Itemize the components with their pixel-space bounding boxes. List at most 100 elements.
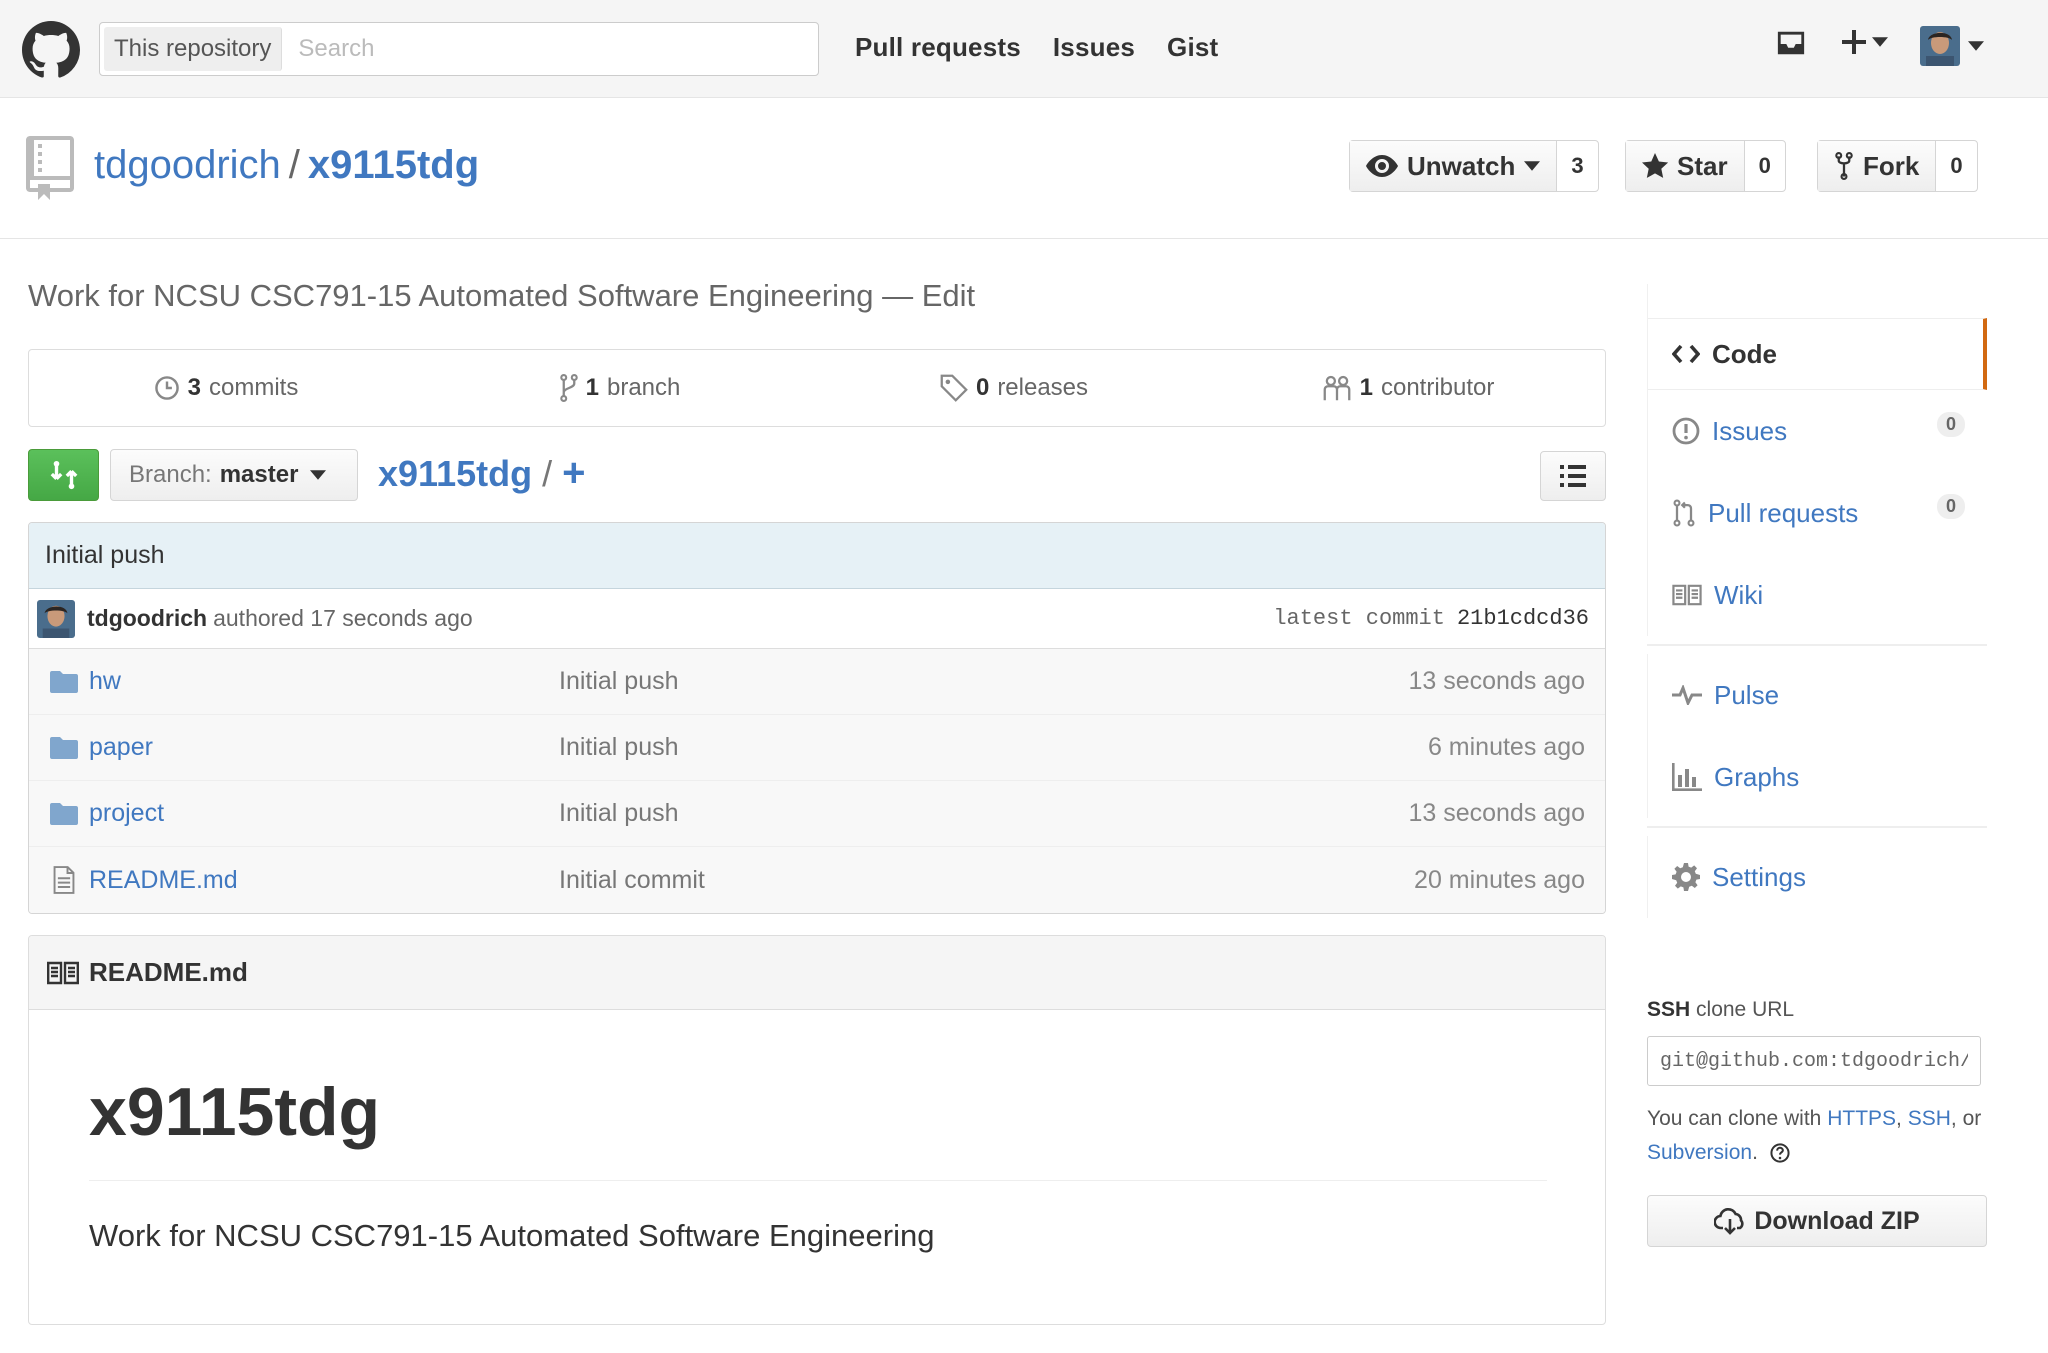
stars-count[interactable]: 0 xyxy=(1745,141,1785,191)
file-breadcrumb: x9115tdg / + xyxy=(378,451,585,496)
clone-help-prefix: You can clone with xyxy=(1647,1107,1822,1130)
avatar[interactable] xyxy=(1920,26,1960,66)
readme-heading: x9115tdg xyxy=(89,1074,381,1150)
branches-link[interactable]: 1 branch xyxy=(423,350,817,426)
file-commit-message[interactable]: Initial push xyxy=(559,799,1408,828)
book-icon xyxy=(47,961,79,984)
file-text-icon xyxy=(49,866,79,894)
sidebar-group-insights: Pulse Graphs xyxy=(1647,654,1987,818)
file-name-link[interactable]: hw xyxy=(89,667,559,696)
repo-name-link[interactable]: x9115tdg xyxy=(308,143,479,187)
clone-subversion-link[interactable]: Subversion xyxy=(1647,1141,1752,1164)
latest-commit-label: latest commit 21b1cdcd36 xyxy=(1273,606,1589,631)
author-avatar[interactable] xyxy=(37,599,75,638)
git-branch-icon xyxy=(559,374,578,402)
commits-count: 3 xyxy=(187,374,201,401)
question-icon[interactable] xyxy=(1770,1143,1790,1164)
clone-https-link[interactable]: HTTPS xyxy=(1827,1107,1896,1130)
repo-owner-link[interactable]: tdgoodrich xyxy=(94,143,281,187)
file-commit-message[interactable]: Initial push xyxy=(559,667,1408,696)
file-name-link[interactable]: paper xyxy=(89,733,559,762)
watch-group: Unwatch 3 xyxy=(1349,140,1599,192)
create-new-dropdown[interactable] xyxy=(1840,28,1888,56)
cloud-download-icon xyxy=(1714,1207,1744,1235)
branch-label: branch xyxy=(606,374,681,401)
sidebar-item-pull-requests[interactable]: Pull requests 0 xyxy=(1648,472,1987,554)
book-icon xyxy=(1672,584,1702,606)
search-input[interactable]: Search xyxy=(282,35,374,63)
branch-count: 1 xyxy=(585,374,599,401)
nav-gist[interactable]: Gist xyxy=(1167,32,1218,63)
user-menu-dropdown[interactable] xyxy=(1920,26,1984,66)
unwatch-button[interactable]: Unwatch xyxy=(1350,141,1558,191)
clone-ssh-link[interactable]: SSH xyxy=(1908,1107,1951,1130)
file-age: 13 seconds ago xyxy=(1408,799,1585,827)
star-icon xyxy=(1642,153,1668,178)
latest-commit-text: latest commit xyxy=(1273,606,1445,631)
readme-filename: README.md xyxy=(89,957,248,987)
compare-button[interactable] xyxy=(28,449,99,501)
forks-count[interactable]: 0 xyxy=(1936,141,1976,191)
nav-issues[interactable]: Issues xyxy=(1053,32,1135,63)
sidebar-item-graphs[interactable]: Graphs xyxy=(1648,736,1987,818)
top-nav: Pull requests Issues Gist xyxy=(855,32,1218,63)
list-unordered-icon xyxy=(1560,465,1586,487)
file-commit-message[interactable]: Initial commit xyxy=(559,866,1414,895)
clone-help-comma: , xyxy=(1896,1107,1902,1130)
git-pull-request-icon xyxy=(1673,499,1695,527)
star-button[interactable]: Star xyxy=(1626,141,1745,191)
readme-divider xyxy=(89,1180,1547,1181)
commit-author[interactable]: tdgoodrich xyxy=(87,605,207,632)
clone-url-input[interactable] xyxy=(1647,1036,1981,1086)
file-name-link[interactable]: README.md xyxy=(89,866,559,895)
contributors-link[interactable]: 1 contributor xyxy=(1211,350,1605,426)
branch-select[interactable]: Branch: master xyxy=(110,449,358,501)
sidebar-item-issues[interactable]: Issues 0 xyxy=(1648,390,1987,472)
clone-label-suffix: clone URL xyxy=(1696,998,1795,1021)
fork-icon xyxy=(1835,152,1853,180)
sidebar-item-code[interactable]: Code xyxy=(1648,318,1987,390)
clone-help-period: . xyxy=(1752,1141,1758,1164)
code-icon xyxy=(1672,344,1700,364)
new-file-button[interactable]: + xyxy=(562,451,585,496)
caret-down-icon xyxy=(1872,37,1888,47)
star-label: Star xyxy=(1677,150,1728,181)
watchers-count[interactable]: 3 xyxy=(1557,141,1597,191)
file-row-paper: paper Initial push 6 minutes ago xyxy=(29,715,1605,781)
caret-down-icon xyxy=(1524,161,1541,171)
organization-icon xyxy=(1323,375,1351,401)
readme-body: Work for NCSU CSC791-15 Automated Softwa… xyxy=(89,1218,935,1253)
github-logo-icon[interactable] xyxy=(22,21,80,79)
sidebar-item-settings[interactable]: Settings xyxy=(1648,836,1987,918)
sidebar-label-settings: Settings xyxy=(1712,861,1806,892)
fork-button[interactable]: Fork xyxy=(1818,141,1937,191)
search-box[interactable]: This repository Search xyxy=(99,22,819,76)
commit-sha-link[interactable]: 21b1cdcd36 xyxy=(1457,606,1589,631)
file-commit-message[interactable]: Initial push xyxy=(559,733,1428,762)
breadcrumb-repo-link[interactable]: x9115tdg xyxy=(378,453,532,495)
file-age: 13 seconds ago xyxy=(1408,667,1585,695)
releases-link[interactable]: 0 releases xyxy=(817,350,1211,426)
edit-description-link[interactable]: — Edit xyxy=(882,278,975,313)
nav-pull-requests[interactable]: Pull requests xyxy=(855,32,1021,63)
issues-counter: 0 xyxy=(1936,412,1965,437)
file-name-link[interactable]: project xyxy=(89,799,559,828)
sidebar-item-wiki[interactable]: Wiki xyxy=(1648,554,1987,636)
commits-link[interactable]: 3 commits xyxy=(29,350,423,426)
releases-count: 0 xyxy=(975,374,990,401)
download-zip-button[interactable]: Download ZIP xyxy=(1647,1195,1987,1247)
contributor-count: 1 xyxy=(1359,374,1373,401)
eye-icon xyxy=(1366,155,1398,177)
tag-icon xyxy=(940,374,968,402)
repo-header: tdgoodrich / x9115tdg Unwatch 3 Star 0 For… xyxy=(0,99,2048,239)
list-view-button[interactable] xyxy=(1540,451,1606,501)
breadcrumb-slash: / xyxy=(542,452,553,494)
latest-commit-message[interactable]: Initial push xyxy=(29,523,1605,589)
releases-label: releases xyxy=(997,374,1089,401)
sidebar-item-pulse[interactable]: Pulse xyxy=(1648,654,1987,736)
file-row-hw: hw Initial push 13 seconds ago xyxy=(29,649,1605,715)
search-scope-label: This repository xyxy=(104,27,283,71)
title-separator: / xyxy=(288,143,300,187)
inbox-icon[interactable] xyxy=(1776,28,1806,58)
folder-icon xyxy=(49,736,79,759)
